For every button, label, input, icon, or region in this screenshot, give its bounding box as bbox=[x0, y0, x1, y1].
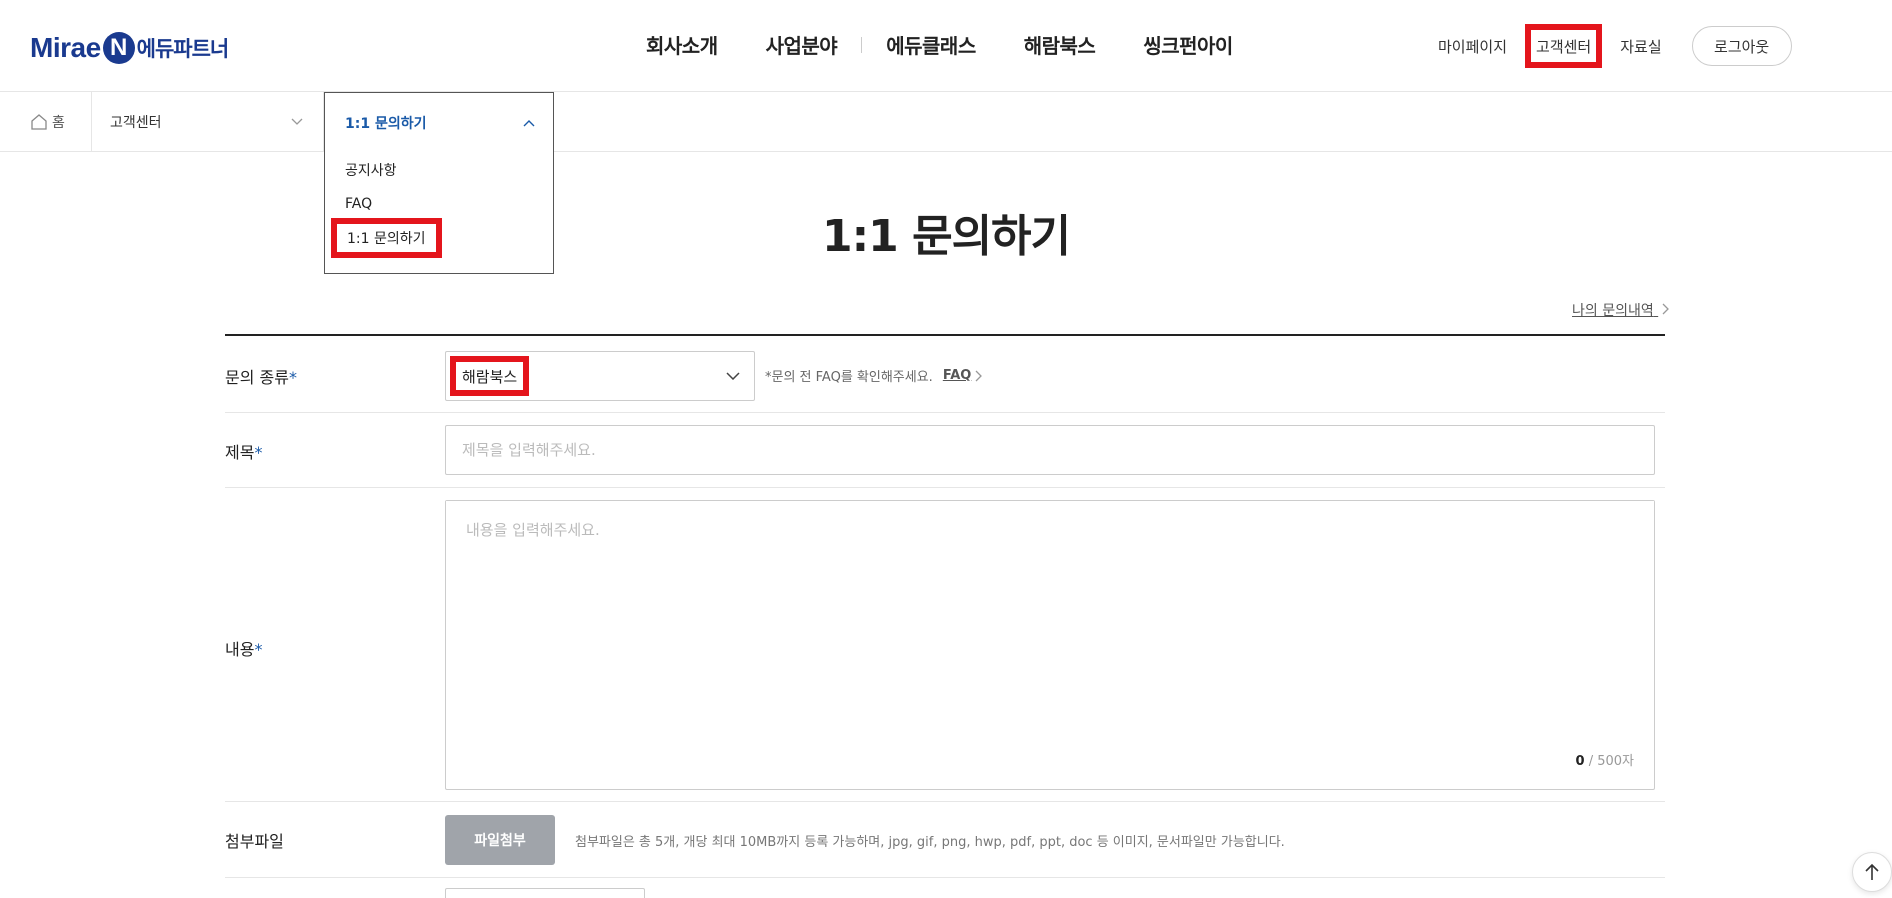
char-count-max: / 500자 bbox=[1584, 754, 1634, 769]
util-data-room-link[interactable]: 자료실 bbox=[1620, 36, 1661, 57]
my-inquiry-link[interactable]: 나의 문의내역 bbox=[1572, 300, 1670, 320]
dropdown-option-faq[interactable]: FAQ bbox=[345, 187, 553, 221]
form-row-type: 문의 종류* 해람북스 *문의 전 FAQ를 확인해주세요. FAQ bbox=[225, 336, 1665, 413]
subject-label: 제목* bbox=[225, 443, 263, 462]
type-select[interactable]: 해람북스 bbox=[445, 351, 755, 401]
form-row-subject: 제목* bbox=[225, 413, 1665, 488]
form-row-file: 첨부파일 파일첨부 첨부파일은 총 5개, 개당 최대 10MB까지 등록 가능… bbox=[225, 802, 1665, 878]
breadcrumb-depth2-options: 공지사항 FAQ 1:1 문의하기 bbox=[325, 153, 553, 258]
chevron-right-icon bbox=[975, 370, 983, 381]
attach-file-button[interactable]: 파일첨부 bbox=[445, 815, 555, 865]
file-attachment-note: 첨부파일은 총 5개, 개당 최대 10MB까지 등록 가능하며, jpg, g… bbox=[575, 835, 1285, 850]
inquiry-form: 문의 종류* 해람북스 *문의 전 FAQ를 확인해주세요. FAQ 제목* 내… bbox=[225, 334, 1665, 878]
next-field-partial[interactable] bbox=[445, 888, 645, 898]
type-select-value: 해람북스 bbox=[450, 356, 530, 396]
nav-thinkfun-i[interactable]: 씽크펀아이 bbox=[1119, 30, 1257, 59]
page-title: 1:1 문의하기 bbox=[821, 211, 1071, 262]
required-mark: * bbox=[288, 368, 297, 387]
char-counter: 0 / 500자 bbox=[1576, 750, 1634, 769]
util-mypage-link[interactable]: 마이페이지 bbox=[1438, 36, 1507, 57]
util-customer-center-label: 고객센터 bbox=[1536, 35, 1592, 57]
chevron-down-icon bbox=[291, 118, 303, 125]
dropdown-option-notice[interactable]: 공지사항 bbox=[345, 153, 553, 187]
breadcrumb-depth2-label: 1:1 문의하기 bbox=[345, 116, 427, 132]
logo[interactable]: Mirae N 에듀파트너 bbox=[30, 30, 230, 66]
nav-business[interactable]: 사업분야 bbox=[742, 30, 862, 59]
logout-button[interactable]: 로그아웃 bbox=[1691, 26, 1792, 66]
type-select-value-text: 해람북스 bbox=[462, 365, 518, 387]
nav-educlass[interactable]: 에듀클래스 bbox=[862, 30, 1000, 59]
nav-haeram-books[interactable]: 해람북스 bbox=[1000, 30, 1120, 59]
util-nav: 마이페이지 고객센터 자료실 로그아웃 bbox=[1438, 24, 1792, 68]
chevron-up-icon bbox=[523, 120, 535, 127]
util-customer-center-link[interactable]: 고객센터 bbox=[1525, 24, 1603, 68]
required-mark: * bbox=[254, 443, 263, 462]
logo-n-mark: N bbox=[102, 32, 135, 64]
breadcrumb-home-label: 홈 bbox=[52, 115, 65, 131]
required-mark: * bbox=[254, 640, 263, 659]
breadcrumb-depth2-dropdown[interactable]: 1:1 문의하기 공지사항 FAQ 1:1 문의하기 bbox=[324, 92, 554, 274]
char-count-current: 0 bbox=[1575, 754, 1585, 769]
scroll-top-button[interactable] bbox=[1852, 852, 1892, 892]
breadcrumb-depth1-label: 고객센터 bbox=[110, 115, 162, 131]
nav-company[interactable]: 회사소개 bbox=[646, 30, 742, 59]
subject-input[interactable] bbox=[445, 425, 1655, 475]
my-inquiry-label: 나의 문의내역 bbox=[1572, 303, 1654, 319]
main-nav: 회사소개 사업분야 에듀클래스 해람북스 씽크펀아이 bbox=[646, 30, 1257, 59]
type-faq-note: *문의 전 FAQ를 확인해주세요. FAQ bbox=[765, 366, 983, 385]
dropdown-option-inquiry-label: 1:1 문의하기 bbox=[345, 228, 428, 248]
home-icon bbox=[31, 114, 47, 130]
logo-brand: Mirae bbox=[30, 32, 101, 63]
chevron-down-icon bbox=[726, 372, 740, 380]
logo-korean: 에듀파트너 bbox=[136, 37, 230, 61]
type-note-text: *문의 전 FAQ를 확인해주세요. bbox=[765, 370, 933, 385]
dropdown-option-inquiry-highlight: 1:1 문의하기 bbox=[331, 218, 442, 258]
header: Mirae N 에듀파트너 회사소개 사업분야 에듀클래스 해람북스 씽크펀아이… bbox=[0, 0, 1892, 92]
content-box: 0 / 500자 bbox=[445, 500, 1655, 790]
arrow-up-icon bbox=[1865, 863, 1879, 880]
faq-link[interactable]: FAQ bbox=[943, 368, 972, 383]
dropdown-option-inquiry[interactable]: 1:1 문의하기 bbox=[331, 218, 553, 258]
breadcrumb-home[interactable]: 홈 bbox=[30, 92, 92, 152]
chevron-right-icon bbox=[1662, 303, 1670, 315]
content-label: 내용* bbox=[225, 640, 263, 659]
breadcrumb-depth1-select[interactable]: 고객센터 bbox=[92, 92, 324, 152]
type-label: 문의 종류* bbox=[225, 368, 297, 387]
form-row-content: 내용* 0 / 500자 bbox=[225, 488, 1665, 802]
content-textarea[interactable] bbox=[446, 501, 1654, 741]
file-label: 첨부파일 bbox=[225, 832, 284, 851]
breadcrumb-depth2-select[interactable]: 1:1 문의하기 bbox=[325, 93, 553, 153]
location-bar: 홈 고객센터 1:1 문의하기 공지사항 FAQ 1:1 문의하기 bbox=[0, 92, 1892, 274]
